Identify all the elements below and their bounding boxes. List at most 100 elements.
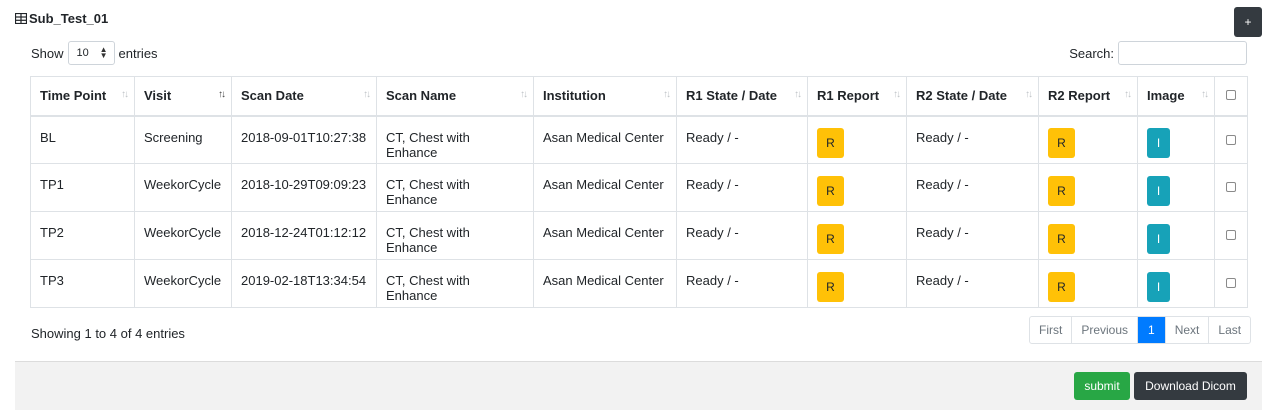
page-current[interactable]: 1 bbox=[1137, 317, 1165, 343]
column-header-r2-state[interactable]: R2 State / Date ↑↓ bbox=[906, 76, 1039, 117]
image-button[interactable]: I bbox=[1147, 271, 1170, 302]
r1-report-button[interactable]: R bbox=[817, 175, 844, 206]
show-label: Show bbox=[31, 45, 64, 61]
length-control: Show 10 ▲ ▼ entries bbox=[31, 41, 158, 65]
cell-institution: Asan Medical Center bbox=[533, 211, 677, 260]
cell-r1-state: Ready / - bbox=[676, 259, 808, 308]
sort-icon: ↑↓ bbox=[893, 89, 901, 100]
row-checkbox[interactable] bbox=[1226, 182, 1236, 192]
column-header-scan-name[interactable]: Scan Name ↑↓ bbox=[376, 76, 534, 117]
table-row: TP3 WeekorCycle 2019-02-18T13:34:54 CT, … bbox=[30, 259, 1248, 308]
cell-r2-report: R bbox=[1038, 259, 1138, 308]
cell-image: I bbox=[1137, 163, 1215, 212]
cell-scan-date: 2018-12-24T01:12:12 bbox=[231, 211, 377, 260]
cell-r1-state: Ready / - bbox=[676, 163, 808, 212]
column-header-r2-report[interactable]: R2 Report ↑↓ bbox=[1038, 76, 1138, 117]
cell-r2-report: R bbox=[1038, 115, 1138, 164]
add-button[interactable]: + bbox=[1234, 7, 1262, 37]
select-all-checkbox[interactable] bbox=[1226, 90, 1236, 101]
cell-institution: Asan Medical Center bbox=[533, 115, 677, 164]
cell-scan-name: CT, Chest with Enhance bbox=[376, 259, 534, 308]
page-last[interactable]: Last bbox=[1208, 317, 1250, 343]
entries-per-page-value: 10 bbox=[76, 47, 89, 59]
pagination: First Previous 1 Next Last bbox=[1029, 316, 1252, 344]
r2-report-button[interactable]: R bbox=[1048, 223, 1075, 254]
r2-report-button[interactable]: R bbox=[1048, 271, 1075, 302]
page-previous[interactable]: Previous bbox=[1071, 317, 1137, 343]
row-checkbox[interactable] bbox=[1226, 134, 1236, 145]
table-row: BL Screening 2018-09-01T10:27:38 CT, Che… bbox=[30, 115, 1248, 164]
sort-icon: ↑↓ bbox=[520, 89, 528, 100]
table-row: TP2 WeekorCycle 2018-12-24T01:12:12 CT, … bbox=[30, 211, 1248, 260]
r1-report-button[interactable]: R bbox=[817, 223, 844, 254]
sort-icon: ↑↓ bbox=[363, 89, 371, 100]
cell-time-point: BL bbox=[30, 115, 135, 164]
column-header-institution[interactable]: Institution ↑↓ bbox=[533, 76, 677, 117]
column-header-scan-date[interactable]: Scan Date ↑↓ bbox=[231, 76, 377, 117]
cell-scan-name: CT, Chest with Enhance bbox=[376, 163, 534, 212]
select-arrows-icon: ▲ ▼ bbox=[99, 45, 108, 60]
table-row: TP1 WeekorCycle 2018-10-29T09:09:23 CT, … bbox=[30, 163, 1248, 212]
row-checkbox[interactable] bbox=[1226, 278, 1236, 288]
cell-visit: Screening bbox=[134, 115, 232, 164]
column-header-visit[interactable]: Visit ↑↓ bbox=[134, 76, 232, 117]
r1-report-button[interactable]: R bbox=[817, 271, 844, 302]
row-checkbox[interactable] bbox=[1226, 230, 1236, 240]
cell-institution: Asan Medical Center bbox=[533, 163, 677, 212]
sort-icon: ↑↓ bbox=[1025, 89, 1033, 100]
image-button[interactable]: I bbox=[1147, 175, 1170, 206]
cell-institution: Asan Medical Center bbox=[533, 259, 677, 308]
cell-r1-report: R bbox=[807, 115, 907, 164]
download-dicom-button[interactable]: Download Dicom bbox=[1134, 372, 1247, 400]
cell-time-point: TP3 bbox=[30, 259, 135, 308]
cell-r2-report: R bbox=[1038, 163, 1138, 212]
cell-visit: WeekorCycle bbox=[134, 259, 232, 308]
submit-button[interactable]: submit bbox=[1074, 372, 1130, 400]
search-control: Search: bbox=[1069, 41, 1247, 65]
cell-scan-name: CT, Chest with Enhance bbox=[376, 211, 534, 260]
cell-r2-report: R bbox=[1038, 211, 1138, 260]
cell-r2-state: Ready / - bbox=[906, 211, 1039, 260]
column-header-image[interactable]: Image ↑↓ bbox=[1137, 76, 1215, 117]
search-label: Search: bbox=[1069, 45, 1114, 61]
table-header-row: Time Point ↑↓ Visit ↑↓ Scan Date ↑↓ Scan Na… bbox=[30, 76, 1248, 117]
cell-scan-name: CT, Chest with Enhance bbox=[376, 115, 534, 164]
cell-scan-date: 2019-02-18T13:34:54 bbox=[231, 259, 377, 308]
page-title: Sub_Test_01 bbox=[15, 9, 108, 27]
cell-select bbox=[1214, 211, 1248, 260]
table-icon bbox=[15, 12, 27, 24]
search-input[interactable] bbox=[1118, 41, 1247, 65]
r2-report-button[interactable]: R bbox=[1048, 175, 1075, 206]
r1-report-button[interactable]: R bbox=[817, 127, 844, 158]
column-header-select-all[interactable] bbox=[1214, 76, 1248, 117]
cell-select bbox=[1214, 163, 1248, 212]
cell-visit: WeekorCycle bbox=[134, 211, 232, 260]
table-info: Showing 1 to 4 of 4 entries bbox=[31, 326, 185, 341]
r2-report-button[interactable]: R bbox=[1048, 127, 1075, 158]
entries-label: entries bbox=[118, 45, 158, 61]
cell-image: I bbox=[1137, 259, 1215, 308]
entries-per-page-select[interactable]: 10 ▲ ▼ bbox=[67, 41, 115, 65]
page-title-text: Sub_Test_01 bbox=[29, 10, 109, 26]
cell-r2-state: Ready / - bbox=[906, 259, 1039, 308]
sort-icon: ↑↓ bbox=[663, 89, 671, 100]
cell-select bbox=[1214, 259, 1248, 308]
cell-r1-report: R bbox=[807, 211, 907, 260]
cell-image: I bbox=[1137, 115, 1215, 164]
cell-visit: WeekorCycle bbox=[134, 163, 232, 212]
scan-table: Time Point ↑↓ Visit ↑↓ Scan Date ↑↓ Scan Na… bbox=[30, 76, 1248, 308]
cell-scan-date: 2018-09-01T10:27:38 bbox=[231, 115, 377, 164]
cell-select bbox=[1214, 115, 1248, 164]
column-header-r1-report[interactable]: R1 Report ↑↓ bbox=[807, 76, 907, 117]
cell-time-point: TP1 bbox=[30, 163, 135, 212]
cell-r1-report: R bbox=[807, 163, 907, 212]
image-button[interactable]: I bbox=[1147, 223, 1170, 254]
image-button[interactable]: I bbox=[1147, 127, 1170, 158]
sort-icon: ↑↓ bbox=[794, 89, 802, 100]
column-header-r1-state[interactable]: R1 State / Date ↑↓ bbox=[676, 76, 808, 117]
sort-icon: ↑↓ bbox=[218, 89, 226, 100]
page-first[interactable]: First bbox=[1030, 317, 1071, 343]
sort-icon: ↑↓ bbox=[1201, 89, 1209, 100]
column-header-time-point[interactable]: Time Point ↑↓ bbox=[30, 76, 135, 117]
page-next[interactable]: Next bbox=[1164, 317, 1209, 343]
